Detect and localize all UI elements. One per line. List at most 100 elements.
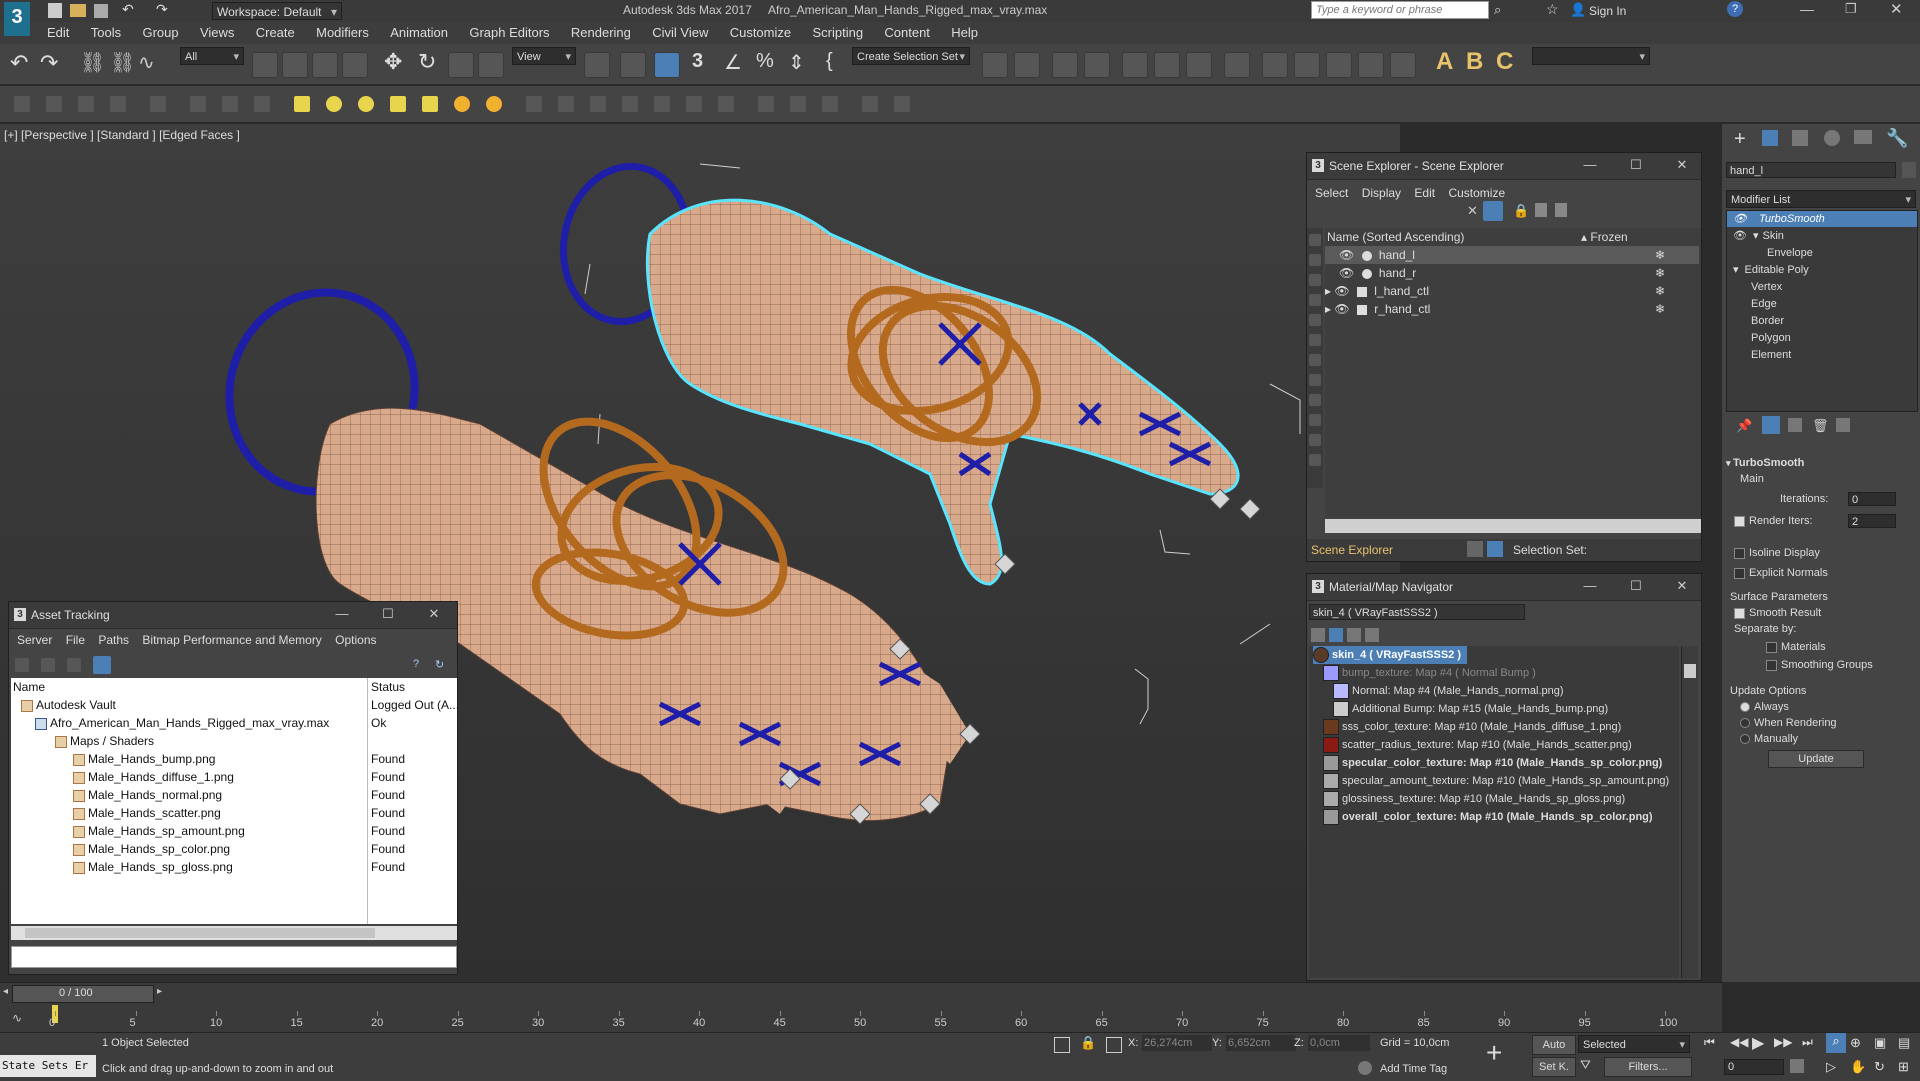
at-menu-bitmap[interactable]: Bitmap Performance and Memory (138, 631, 327, 647)
make-unique-icon[interactable] (1788, 418, 1802, 432)
frozen-snowflake-icon[interactable]: ❄ (1655, 246, 1665, 264)
at-help-icon[interactable]: ? (413, 658, 419, 670)
curve-editor-mini-icon[interactable]: ∿ (12, 1011, 22, 1025)
layer-explorer-icon[interactable] (1084, 52, 1110, 78)
pan-view-icon[interactable]: ✋ (1850, 1059, 1866, 1075)
se-menu-display[interactable]: Display (1358, 184, 1407, 200)
window-crossing-icon[interactable] (342, 52, 368, 78)
render-iters-checkbox[interactable] (1734, 515, 1745, 527)
pin-stack-icon[interactable]: 📌 (1736, 418, 1752, 434)
material-tree-vscrollbar[interactable] (1681, 646, 1698, 978)
tool-2-icon[interactable] (46, 96, 62, 112)
display-tab-icon[interactable] (1854, 130, 1872, 144)
c-tool-icon[interactable]: C (1496, 48, 1513, 76)
zoom-all-icon[interactable]: ⊕ (1850, 1035, 1861, 1051)
set-key-button[interactable]: Set K. (1532, 1057, 1576, 1077)
render-setup-icon[interactable] (1262, 52, 1288, 78)
se-tool-8-icon[interactable] (1309, 374, 1321, 386)
render-iterative-icon[interactable] (1358, 52, 1384, 78)
se-col-frozen[interactable]: ▴ Frozen (1581, 228, 1681, 246)
tool-5-icon[interactable] (150, 96, 166, 112)
explicit-normals-row[interactable]: Explicit Normals (1734, 564, 1828, 582)
favorites-icon[interactable]: ☆ (1546, 1, 1559, 18)
set-key-big-icon[interactable]: + (1486, 1037, 1502, 1069)
stack-skin[interactable]: 👁 ▾ Skin (1727, 228, 1917, 244)
menu-group[interactable]: Group (133, 22, 187, 40)
render-iters-row[interactable]: Render Iters: (1734, 512, 1813, 530)
view-large-icons-icon[interactable] (1365, 628, 1379, 642)
always-radio[interactable] (1740, 702, 1750, 713)
stack-editable-poly[interactable]: ▾ Editable Poly (1727, 262, 1917, 278)
smooth-result-checkbox[interactable] (1734, 607, 1745, 619)
when-rendering-radio[interactable] (1740, 718, 1750, 729)
modify-tab-icon[interactable] (1762, 130, 1778, 146)
se-tool-2-icon[interactable] (1309, 254, 1321, 266)
tool-8-icon[interactable] (254, 96, 270, 112)
map-overall-color[interactable]: overall_color_texture: Map #10 (Male_Han… (1323, 808, 1653, 826)
se-search-input[interactable] (1327, 203, 1477, 221)
current-material-field[interactable]: skin_4 ( VRayFastSSS2 ) (1309, 604, 1525, 620)
sphere-icon[interactable] (326, 96, 342, 112)
map-bump-texture[interactable]: bump_texture: Map #4 ( Normal Bump ) (1323, 664, 1536, 682)
at-path-field[interactable] (11, 946, 457, 968)
se-tool-10-icon[interactable] (1309, 414, 1321, 426)
current-frame-spinner[interactable]: 0 (1724, 1059, 1784, 1075)
at-menu-paths[interactable]: Paths (94, 631, 135, 647)
user-icon[interactable]: 👤 (1570, 2, 1586, 18)
object-name-field[interactable]: hand_l (1726, 162, 1896, 178)
sign-in-link[interactable]: Sign In (1589, 4, 1626, 18)
show-end-result-icon[interactable] (1762, 416, 1780, 434)
minimize-icon[interactable]: — (333, 606, 351, 622)
menu-scripting[interactable]: Scripting (803, 22, 872, 40)
mirror-icon[interactable] (982, 52, 1008, 78)
bind-space-warp-icon[interactable]: ∿ (138, 50, 155, 75)
undo-icon[interactable]: ↶ (122, 1, 134, 18)
tool-16-icon[interactable] (526, 96, 542, 112)
se-lock-icon[interactable]: 🔒 (1513, 203, 1529, 219)
selection-lock-icon[interactable]: 🔒 (1080, 1035, 1096, 1051)
redo-icon[interactable]: ↷ (156, 1, 168, 18)
search-icon[interactable]: ⌕ (1494, 2, 1501, 18)
se-footer-label[interactable]: Scene Explorer (1311, 543, 1393, 557)
tool-17-icon[interactable] (558, 96, 574, 112)
manually-row[interactable]: Manually (1740, 730, 1798, 748)
keyboard-shortcut-override-icon[interactable] (654, 52, 680, 78)
view-small-icons-icon[interactable] (1347, 628, 1361, 642)
isoline-row[interactable]: Isoline Display (1734, 544, 1820, 562)
se-col-name[interactable]: Name (Sorted Ascending) (1327, 228, 1567, 246)
pivot-center-icon[interactable] (584, 52, 610, 78)
render-production-icon[interactable] (1326, 52, 1352, 78)
minimize-icon[interactable]: — (1581, 157, 1599, 173)
at-tool-1-icon[interactable] (15, 658, 29, 672)
at-row-asset[interactable]: Male_Hands_sp_color.png (73, 840, 230, 858)
tool-25-icon[interactable] (822, 96, 838, 112)
zoom-extents-all-icon[interactable]: ▤ (1898, 1035, 1910, 1051)
eye-icon[interactable]: 👁 (1727, 230, 1753, 242)
stack-border[interactable]: Border (1727, 313, 1917, 329)
motion-tab-icon[interactable] (1824, 130, 1840, 146)
minimize-icon[interactable]: — (1800, 1, 1814, 17)
tool-27-icon[interactable] (894, 96, 910, 112)
tool-3-icon[interactable] (78, 96, 94, 112)
remove-modifier-icon[interactable]: 🗑 (1812, 418, 1829, 434)
asset-tracking-titlebar[interactable]: 3 Asset Tracking — ☐ ✕ (9, 602, 457, 629)
select-manipulate-icon[interactable] (620, 52, 646, 78)
app-logo-icon[interactable]: 3 (4, 2, 30, 36)
time-slider[interactable]: ◂ 0 / 100 ▸ (3, 985, 162, 1003)
visibility-eye-icon[interactable]: 👁 (1325, 266, 1354, 280)
se-tool-3-icon[interactable] (1309, 274, 1321, 286)
at-row-asset[interactable]: Male_Hands_bump.png (73, 750, 215, 768)
render-cloud-icon[interactable] (1390, 52, 1416, 78)
b-tool-icon[interactable]: B (1466, 48, 1483, 76)
explicit-normals-checkbox[interactable] (1734, 567, 1745, 579)
tool-20-icon[interactable] (654, 96, 670, 112)
modifier-list-dropdown[interactable]: Modifier List (1726, 190, 1916, 209)
key-selection-dropdown[interactable]: Selected (1578, 1035, 1690, 1054)
maximize-icon[interactable]: ☐ (379, 606, 397, 622)
at-menu-options[interactable]: Options (331, 631, 382, 647)
placement-icon[interactable] (478, 52, 504, 78)
close-icon[interactable]: ✕ (1673, 157, 1691, 173)
scale-icon[interactable] (448, 52, 474, 78)
cylinder-icon[interactable] (390, 96, 406, 112)
se-hierarchy-icon[interactable] (1535, 203, 1547, 217)
